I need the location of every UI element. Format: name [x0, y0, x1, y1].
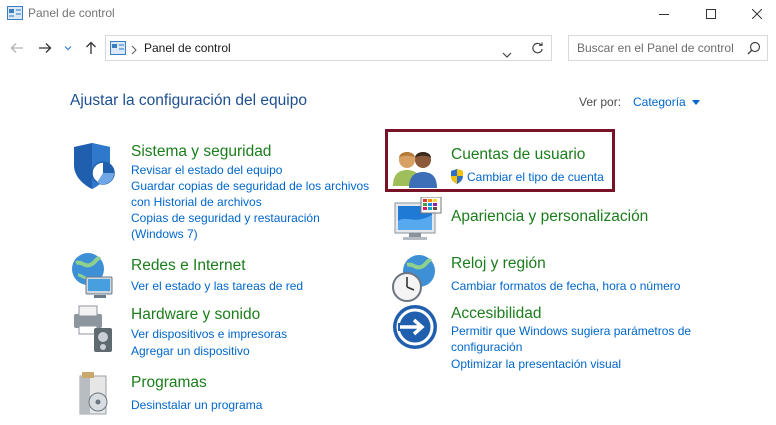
control-panel-icon — [110, 41, 126, 60]
forward-button[interactable] — [34, 38, 56, 58]
window-title: Panel de control — [28, 6, 115, 20]
user-accounts-icon[interactable] — [393, 148, 439, 193]
address-dropdown-icon[interactable] — [502, 45, 512, 63]
link-suggest-settings-cont[interactable]: configuración — [451, 339, 522, 356]
view-by-label: Ver por: — [579, 95, 622, 109]
category-title-accessibility[interactable]: Accesibilidad — [451, 305, 541, 323]
control-panel-icon — [7, 6, 23, 20]
category-title-hardware[interactable]: Hardware y sonido — [131, 306, 260, 324]
link-backup-restore[interactable]: Copias de seguridad y restauración — [131, 210, 320, 227]
category-title-system-security[interactable]: Sistema y seguridad — [131, 143, 271, 161]
arrow-left-icon — [10, 43, 23, 53]
arrow-up-icon — [86, 41, 96, 54]
search-input[interactable]: Buscar en el Panel de control — [568, 35, 768, 61]
link-change-account-type[interactable]: Cambiar el tipo de cuenta — [467, 169, 604, 186]
breadcrumb-separator-icon[interactable] — [131, 42, 137, 60]
address-bar[interactable]: Panel de control — [105, 35, 552, 61]
category-title-network[interactable]: Redes e Internet — [131, 257, 246, 275]
search-placeholder: Buscar en el Panel de control — [577, 41, 734, 55]
close-button[interactable] — [734, 0, 776, 28]
link-uninstall-program[interactable]: Desinstalar un programa — [131, 397, 262, 414]
uac-shield-icon — [450, 169, 464, 189]
link-network-status[interactable]: Ver el estado y las tareas de red — [131, 278, 303, 295]
minimize-button[interactable] — [641, 0, 687, 28]
category-title-appearance[interactable]: Apariencia y personalización — [451, 208, 648, 226]
title-bar: Panel de control — [0, 0, 776, 28]
search-icon[interactable] — [747, 41, 761, 60]
category-title-clock-region[interactable]: Reloj y región — [451, 255, 546, 273]
system-security-icon[interactable] — [70, 143, 118, 194]
link-date-time-formats[interactable]: Cambiar formatos de fecha, hora o número — [451, 278, 680, 295]
chevron-down-icon — [64, 46, 72, 51]
up-button[interactable] — [80, 38, 102, 58]
recent-locations-button[interactable] — [61, 38, 75, 58]
dropdown-arrow-icon — [691, 99, 700, 105]
link-file-history-cont[interactable]: con Historial de archivos — [131, 194, 262, 211]
category-title-programs[interactable]: Programas — [131, 374, 207, 392]
refresh-icon — [532, 42, 543, 53]
link-add-device[interactable]: Agregar un dispositivo — [131, 343, 250, 360]
clock-region-icon[interactable] — [391, 253, 439, 308]
link-file-history[interactable]: Guardar copias de seguridad de los archi… — [131, 178, 369, 195]
maximize-button[interactable] — [688, 0, 734, 28]
programs-icon[interactable] — [78, 372, 110, 421]
view-by-value[interactable]: Categoría — [633, 95, 686, 109]
link-devices-printers[interactable]: Ver dispositivos e impresoras — [131, 326, 287, 343]
accessibility-icon[interactable] — [392, 304, 438, 355]
link-backup-restore-cont[interactable]: (Windows 7) — [131, 226, 198, 243]
breadcrumb[interactable]: Panel de control — [144, 41, 231, 55]
link-suggest-settings[interactable]: Permitir que Windows sugiera parámetros … — [451, 323, 691, 340]
appearance-personalization-icon[interactable] — [393, 196, 443, 248]
network-internet-icon[interactable] — [70, 251, 118, 306]
link-review-status[interactable]: Revisar el estado del equipo — [131, 162, 282, 179]
page-title: Ajustar la configuración del equipo — [70, 92, 307, 109]
refresh-button[interactable] — [524, 35, 552, 61]
back-button[interactable] — [6, 38, 28, 58]
link-optimize-display[interactable]: Optimizar la presentación visual — [451, 356, 621, 373]
view-by-dropdown[interactable]: Categoría — [633, 95, 700, 109]
arrow-right-icon — [39, 43, 52, 53]
hardware-sound-icon[interactable] — [70, 304, 118, 359]
category-title-user-accounts[interactable]: Cuentas de usuario — [451, 146, 585, 164]
